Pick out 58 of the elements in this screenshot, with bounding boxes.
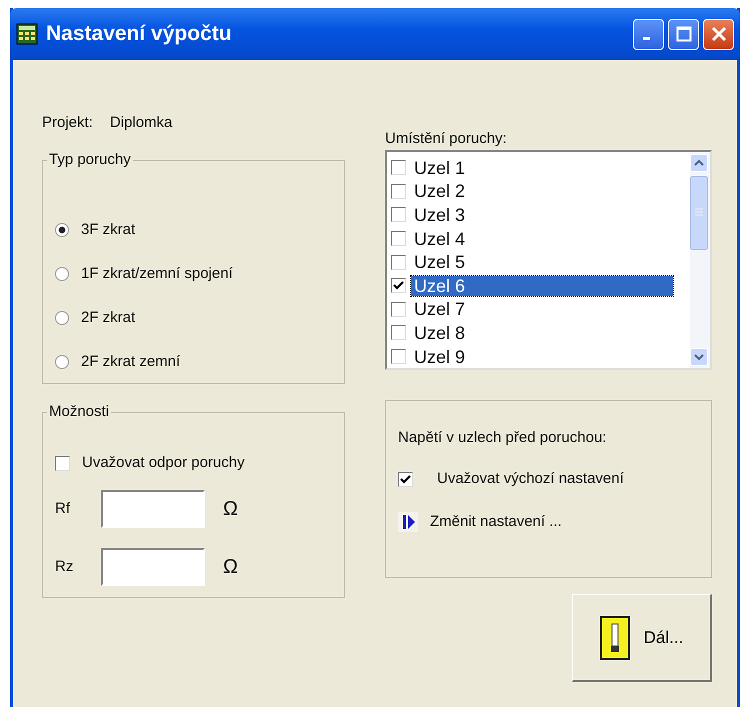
unit-label: Ω — [223, 555, 238, 580]
radio-label: 2F zkrat — [81, 308, 136, 328]
section-label: Napětí v uzlech před poruchou: — [398, 428, 608, 448]
checkbox[interactable] — [398, 472, 413, 486]
window-title: Nastavení výpočtu — [46, 21, 232, 48]
project-label: Projekt: — [42, 113, 93, 133]
maximize-icon — [676, 26, 692, 42]
checkbox[interactable] — [391, 254, 406, 270]
checkbox[interactable] — [391, 207, 406, 222]
group-title: Typ poruchy — [47, 151, 133, 169]
unit-label: Ω — [223, 497, 238, 522]
checkbox-label: Uvažovat výchozí nastavení — [437, 468, 624, 489]
list-item[interactable]: Uzel 7 — [411, 299, 468, 320]
checkbox[interactable] — [391, 160, 406, 176]
list-item[interactable]: Uzel 8 — [411, 322, 468, 343]
play-icon[interactable] — [398, 512, 418, 532]
field-label: Rf — [55, 498, 71, 519]
checkbox[interactable] — [391, 325, 406, 340]
checkbox[interactable] — [391, 302, 406, 317]
checkbox[interactable] — [391, 349, 406, 364]
checkbox-label: Uvažovat odpor poruchy — [82, 452, 245, 473]
radio-label: 2F zkrat zemní — [81, 352, 180, 372]
list-item[interactable]: Uzel 6 — [411, 276, 673, 296]
node-list[interactable]: Uzel 1 Uzel 2 Uzel 3 Uzel 4 Uzel 5 Uzel 6 Uzel 7 Uzel 8 Uzel 9 — [385, 150, 712, 370]
input-field[interactable] — [101, 548, 205, 586]
list-label: Umístění poruchy: — [385, 130, 507, 147]
scroll-up-icon[interactable] — [690, 154, 708, 172]
close-icon — [710, 25, 728, 43]
radio-button[interactable] — [55, 267, 69, 281]
minimize-button[interactable] — [633, 18, 664, 50]
list-item[interactable]: Uzel 4 — [411, 228, 468, 249]
switch-icon — [600, 616, 630, 660]
scroll-down-icon[interactable] — [690, 348, 708, 366]
checkbox[interactable] — [391, 184, 406, 199]
project-name: Diplomka — [110, 113, 172, 133]
list-item[interactable]: Uzel 5 — [411, 252, 468, 272]
list-item[interactable]: Uzel 3 — [411, 204, 468, 225]
radio-button[interactable] — [55, 355, 69, 369]
radio-label: 3F zkrat — [81, 220, 136, 240]
list-item[interactable]: Uzel 2 — [411, 181, 468, 202]
scrollbar[interactable] — [690, 152, 710, 368]
next-button[interactable]: Dál... — [572, 594, 712, 682]
minimize-icon — [643, 36, 650, 40]
checkbox[interactable] — [55, 456, 70, 470]
list-item[interactable]: Uzel 9 — [411, 346, 468, 367]
checkbox[interactable] — [391, 231, 406, 246]
field-label: Rz — [55, 556, 74, 577]
scroll-thumb[interactable] — [690, 176, 708, 250]
maximize-button[interactable] — [668, 18, 699, 50]
change-settings-link[interactable]: Změnit nastavení ... — [430, 510, 562, 534]
radio-label: 1F zkrat/zemní spojení — [81, 264, 233, 284]
input-field[interactable] — [101, 490, 205, 528]
list-item[interactable]: Uzel 1 — [411, 158, 468, 178]
calculator-icon — [16, 23, 38, 45]
close-button[interactable] — [703, 18, 734, 50]
checkbox[interactable] — [391, 278, 406, 294]
radio-button[interactable] — [55, 311, 69, 325]
radio-button[interactable] — [55, 223, 69, 237]
